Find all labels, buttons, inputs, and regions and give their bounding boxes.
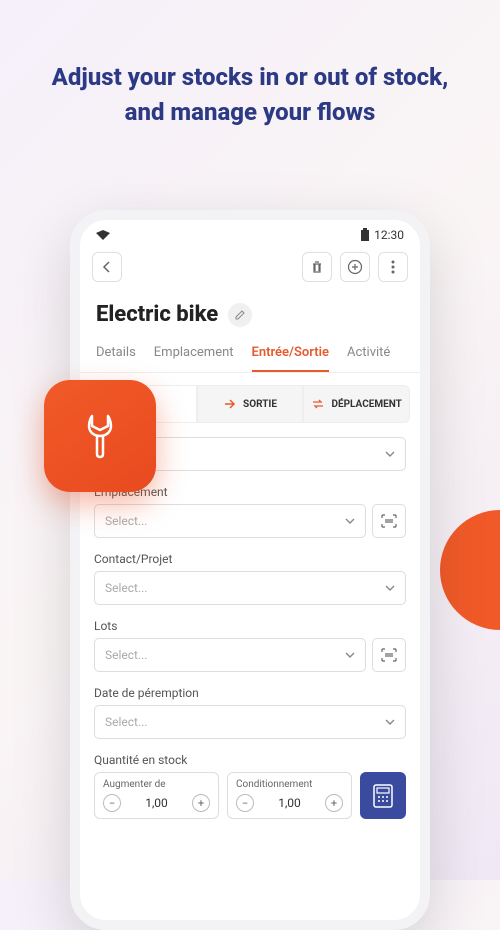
barcode-icon bbox=[381, 514, 397, 528]
chevron-down-icon bbox=[345, 652, 355, 658]
segment-deplacement[interactable]: DÉPLACEMENT bbox=[303, 385, 410, 423]
chevron-down-icon bbox=[345, 518, 355, 524]
conditionnement-box: Conditionnement − 1,00 + bbox=[227, 772, 352, 819]
hero-line-2: and manage your flows bbox=[40, 95, 460, 130]
pencil-icon bbox=[234, 309, 246, 321]
wrench-icon bbox=[72, 408, 128, 464]
field-emplacement: Emplacement Select... bbox=[94, 485, 406, 538]
app-top-bar bbox=[80, 246, 420, 288]
emplacement-select-value: Select... bbox=[105, 514, 147, 528]
lots-label: Lots bbox=[94, 619, 406, 633]
conditionnement-label: Conditionnement bbox=[236, 779, 343, 790]
chevron-down-icon bbox=[385, 451, 395, 457]
more-vertical-icon bbox=[391, 260, 395, 274]
back-button[interactable] bbox=[92, 252, 122, 282]
battery-icon bbox=[360, 228, 370, 242]
barcode-icon bbox=[381, 648, 397, 662]
augmenter-plus[interactable]: + bbox=[192, 794, 210, 812]
wrench-feature-card bbox=[44, 380, 156, 492]
add-button[interactable] bbox=[340, 252, 370, 282]
swap-icon bbox=[311, 398, 325, 410]
calculator-icon bbox=[372, 783, 394, 809]
augmenter-label: Augmenter de bbox=[103, 779, 210, 790]
page-tabs: Details Emplacement Entrée/Sortie Activi… bbox=[80, 337, 420, 373]
tab-details[interactable]: Details bbox=[96, 337, 136, 372]
field-peremption: Date de péremption Select... bbox=[94, 686, 406, 739]
chevron-down-icon bbox=[385, 585, 395, 591]
arrow-left-icon bbox=[100, 260, 114, 274]
edit-title-button[interactable] bbox=[228, 303, 252, 327]
peremption-label: Date de péremption bbox=[94, 686, 406, 700]
contact-label: Contact/Projet bbox=[94, 552, 406, 566]
plus-circle-icon bbox=[347, 259, 363, 275]
arrow-out-icon bbox=[223, 398, 237, 410]
lots-select[interactable]: Select... bbox=[94, 638, 366, 672]
field-contact: Contact/Projet Select... bbox=[94, 552, 406, 605]
title-row: Electric bike bbox=[80, 288, 420, 337]
segment-sortie[interactable]: SORTIE bbox=[197, 385, 304, 423]
delete-button[interactable] bbox=[302, 252, 332, 282]
contact-select-value: Select... bbox=[105, 581, 147, 595]
conditionnement-plus[interactable]: + bbox=[325, 794, 343, 812]
field-lots: Lots Select... bbox=[94, 619, 406, 672]
status-bar: 12:30 bbox=[80, 220, 420, 246]
peremption-select[interactable]: Select... bbox=[94, 705, 406, 739]
wifi-icon bbox=[96, 230, 110, 240]
peremption-select-value: Select... bbox=[105, 715, 147, 729]
trash-icon bbox=[310, 260, 324, 274]
augmenter-box: Augmenter de − 1,00 + bbox=[94, 772, 219, 819]
page-title: Electric bike bbox=[96, 302, 218, 327]
field-quantite: Quantité en stock Augmenter de − 1,00 + … bbox=[94, 753, 406, 819]
hero-line-1: Adjust your stocks in or out of stock, bbox=[40, 60, 460, 95]
hero-heading: Adjust your stocks in or out of stock, a… bbox=[0, 0, 500, 130]
contact-select[interactable]: Select... bbox=[94, 571, 406, 605]
augmenter-value[interactable]: 1,00 bbox=[145, 796, 168, 810]
more-button[interactable] bbox=[378, 252, 408, 282]
emplacement-select[interactable]: Select... bbox=[94, 504, 366, 538]
chevron-down-icon bbox=[385, 719, 395, 725]
decorative-blob bbox=[440, 510, 500, 630]
conditionnement-minus[interactable]: − bbox=[236, 794, 254, 812]
emplacement-scan-button[interactable] bbox=[372, 504, 406, 538]
tab-activite[interactable]: Activité bbox=[347, 337, 390, 372]
phone-frame: 12:30 Electric bike Details Emplacement … bbox=[70, 210, 430, 930]
tab-emplacement[interactable]: Emplacement bbox=[154, 337, 234, 372]
quantite-label: Quantité en stock bbox=[94, 753, 406, 767]
calculator-button[interactable] bbox=[360, 772, 406, 819]
tab-entree-sortie[interactable]: Entrée/Sortie bbox=[252, 337, 329, 372]
lots-scan-button[interactable] bbox=[372, 638, 406, 672]
conditionnement-value[interactable]: 1,00 bbox=[278, 796, 301, 810]
segment-sortie-label: SORTIE bbox=[243, 399, 277, 410]
lots-select-value: Select... bbox=[105, 648, 147, 662]
segment-deplacement-label: DÉPLACEMENT bbox=[331, 399, 401, 410]
augmenter-minus[interactable]: − bbox=[103, 794, 121, 812]
status-time: 12:30 bbox=[374, 228, 404, 242]
